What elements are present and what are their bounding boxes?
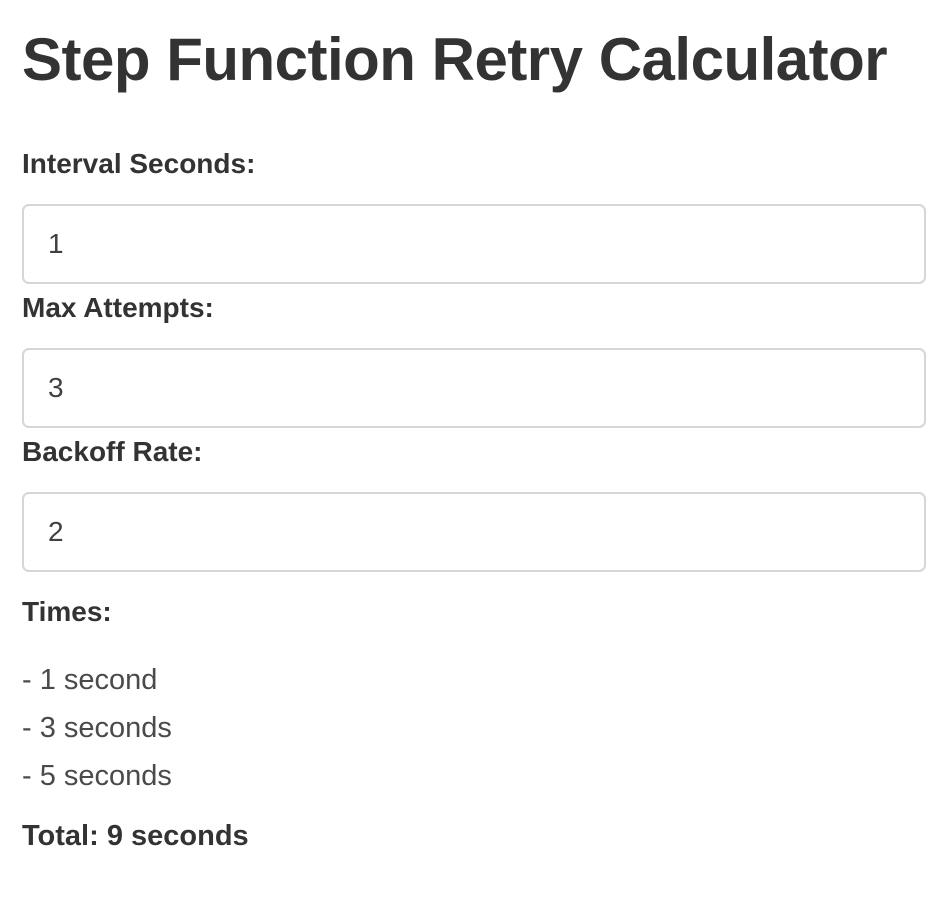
max-attempts-input[interactable] [22,348,926,428]
times-heading: Times: [22,596,112,627]
interval-seconds-input[interactable] [22,204,926,284]
page-title: Step Function Retry Calculator [22,26,888,93]
max-attempts-label: Max Attempts: [22,292,214,323]
interval-seconds-label: Interval Seconds: [22,148,256,179]
backoff-rate-input[interactable] [22,492,926,572]
list-item: - 1 second [22,664,158,696]
total-summary: Total: 9 seconds [22,820,249,852]
list-item: - 3 seconds [22,712,172,744]
list-item: - 5 seconds [22,760,172,792]
backoff-rate-label: Backoff Rate: [22,436,203,467]
times-list: - 1 second - 3 seconds - 5 seconds [22,656,172,800]
